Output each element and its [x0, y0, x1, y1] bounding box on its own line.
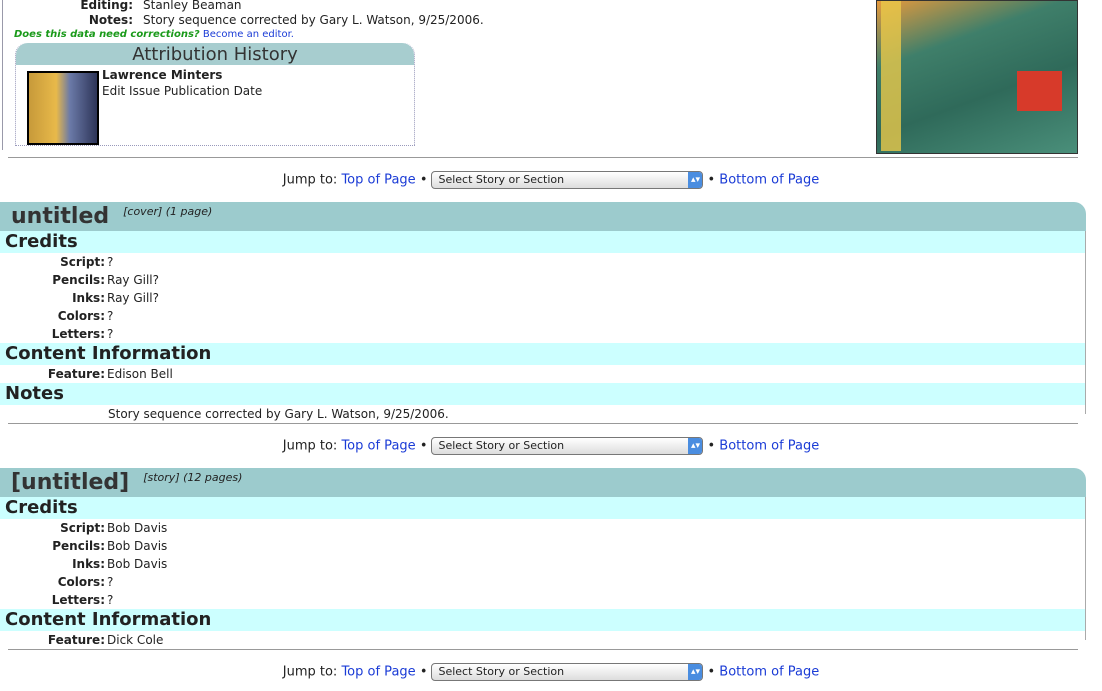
editing-value: Stanley Beaman: [143, 0, 242, 12]
bottom-of-page-link[interactable]: Bottom of Page: [719, 665, 819, 680]
corrections-line: Does this data need corrections? Become …: [14, 29, 294, 40]
top-of-page-link[interactable]: Top of Page: [341, 173, 415, 188]
separator: •: [419, 438, 428, 454]
credit-label: Inks:: [72, 557, 105, 571]
notes-heading: Notes: [0, 383, 1086, 405]
jump-bar: Jump to: Top of Page • Select Story or Se…: [0, 663, 1102, 681]
credit-value: Bob Davis: [107, 521, 168, 535]
editing-row: Editing: Stanley Beaman: [0, 0, 242, 12]
attribution-history: Attribution History Lawrence Minters Edi…: [15, 43, 415, 146]
credit-row: Letters:?: [0, 591, 1086, 609]
select-arrows-icon: ▴▾: [688, 664, 703, 680]
credit-value: ?: [107, 593, 114, 607]
jump-label: Jump to:: [282, 664, 338, 680]
separator: •: [707, 438, 716, 454]
credit-row: Script:?: [0, 253, 1086, 271]
jump-label: Jump to:: [282, 172, 338, 188]
credit-label: Colors:: [57, 309, 105, 323]
story-section: [untitled] [story] (12 pages) Credits Scr…: [0, 468, 1086, 649]
jump-label: Jump to:: [282, 438, 338, 454]
top-of-page-link[interactable]: Top of Page: [341, 439, 415, 454]
feature-value: Edison Bell: [107, 367, 173, 381]
credit-value: Bob Davis: [107, 557, 168, 571]
credit-row: Colors:?: [0, 307, 1086, 325]
credits-heading: Credits: [0, 231, 1086, 253]
feature-label: Feature:: [47, 367, 105, 381]
credit-value: Ray Gill?: [107, 291, 160, 305]
credit-label: Letters:: [51, 327, 105, 341]
credit-label: Pencils:: [52, 273, 105, 287]
credit-label: Colors:: [57, 575, 105, 589]
story-select[interactable]: Select Story or Section ▴▾: [431, 171, 704, 189]
credit-label: Letters:: [51, 593, 105, 607]
separator: •: [419, 172, 428, 188]
story-type: [cover] (1 page): [123, 205, 213, 218]
credit-value: Bob Davis: [107, 539, 168, 553]
cover-image[interactable]: [876, 0, 1078, 154]
section-border: [1085, 497, 1086, 640]
story-header: [untitled] [story] (12 pages): [0, 468, 1086, 497]
select-value: Select Story or Section: [438, 439, 565, 452]
credit-row: Pencils: Ray Gill?: [0, 271, 1086, 289]
select-value: Select Story or Section: [438, 665, 565, 678]
attribution-user[interactable]: Lawrence Minters: [102, 68, 222, 82]
feature-row: Feature: Dick Cole: [0, 631, 1086, 649]
story-section: untitled [cover] (1 page) Credits Script:…: [0, 202, 1086, 423]
user-avatar[interactable]: [27, 71, 99, 145]
credit-value: Ray Gill?: [107, 273, 160, 287]
credit-value: ?: [107, 575, 114, 589]
bottom-of-page-link[interactable]: Bottom of Page: [719, 173, 819, 188]
credit-row: Script: Bob Davis: [0, 519, 1086, 537]
become-editor-link[interactable]: Become an editor.: [203, 29, 294, 40]
select-arrows-icon: ▴▾: [688, 438, 703, 454]
credit-row: Inks: Ray Gill?: [0, 289, 1086, 307]
separator: •: [707, 664, 716, 680]
story-title: [untitled]: [11, 470, 130, 495]
feature-row: Feature: Edison Bell: [0, 365, 1086, 383]
credit-label: Pencils:: [52, 539, 105, 553]
credits-heading: Credits: [0, 497, 1086, 519]
attribution-action: Edit Issue Publication Date: [102, 84, 263, 98]
jump-bar: Jump to: Top of Page • Select Story or Se…: [0, 171, 1102, 189]
corrections-question: Does this data need corrections?: [14, 29, 200, 40]
credit-label: Inks:: [72, 291, 105, 305]
select-value: Select Story or Section: [438, 173, 565, 186]
credit-row: Colors:?: [0, 573, 1086, 591]
credit-label: Script:: [60, 521, 105, 535]
editing-label: Editing:: [80, 0, 133, 12]
notes-value: Story sequence corrected by Gary L. Wats…: [143, 13, 484, 27]
story-select[interactable]: Select Story or Section ▴▾: [431, 663, 704, 681]
separator: •: [707, 172, 716, 188]
top-of-page-link[interactable]: Top of Page: [341, 665, 415, 680]
credit-value: ?: [107, 309, 114, 323]
story-select[interactable]: Select Story or Section ▴▾: [431, 437, 704, 455]
section-border: [1085, 231, 1086, 414]
credit-label: Script:: [60, 255, 105, 269]
divider: [8, 423, 1078, 424]
content-heading: Content Information: [0, 609, 1086, 631]
jump-bar: Jump to: Top of Page • Select Story or Se…: [0, 437, 1102, 455]
credit-value: ?: [107, 255, 114, 269]
attribution-title: Attribution History: [16, 43, 414, 65]
story-title: untitled: [11, 204, 110, 229]
feature-value: Dick Cole: [107, 633, 164, 647]
notes-row: Notes: Story sequence corrected by Gary L…: [0, 13, 484, 27]
story-type: [story] (12 pages): [143, 471, 243, 484]
story-notes: Story sequence corrected by Gary L. Wats…: [108, 407, 449, 421]
credit-row: Pencils: Bob Davis: [0, 537, 1086, 555]
divider: [8, 157, 1078, 158]
credit-row: Letters:?: [0, 325, 1086, 343]
credit-row: Inks: Bob Davis: [0, 555, 1086, 573]
select-arrows-icon: ▴▾: [688, 172, 703, 188]
bottom-of-page-link[interactable]: Bottom of Page: [719, 439, 819, 454]
separator: •: [419, 664, 428, 680]
story-header: untitled [cover] (1 page): [0, 202, 1086, 231]
divider: [8, 649, 1078, 650]
notes-label: Notes:: [88, 13, 133, 27]
feature-label: Feature:: [47, 633, 105, 647]
content-heading: Content Information: [0, 343, 1086, 365]
credit-value: ?: [107, 327, 114, 341]
